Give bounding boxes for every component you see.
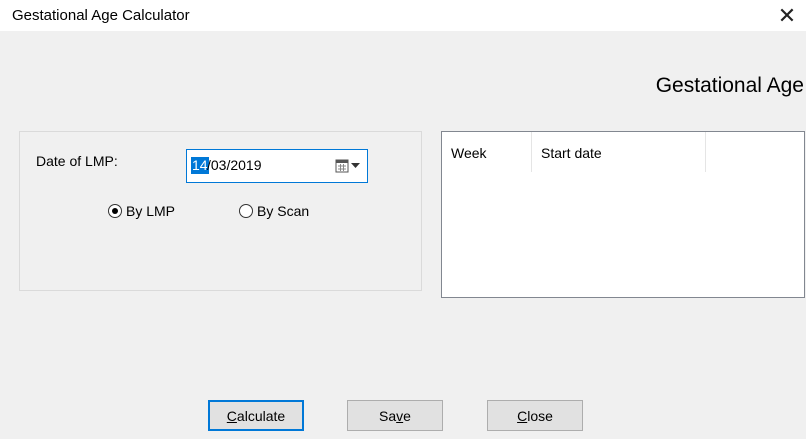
window-title: Gestational Age Calculator xyxy=(12,7,190,24)
close-label-post: lose xyxy=(527,407,553,424)
close-label-mnemonic: C xyxy=(517,407,528,424)
calendar-icon xyxy=(335,159,349,173)
save-label-pre: Sa xyxy=(379,407,397,424)
radio-by-scan-label: By Scan xyxy=(257,203,310,219)
calculate-label-mnemonic: C xyxy=(226,407,237,424)
column-header-week[interactable]: Week xyxy=(442,132,532,172)
date-day-selected[interactable]: 14 xyxy=(191,157,209,174)
column-header-empty xyxy=(706,132,804,172)
close-button[interactable]: Close xyxy=(487,400,583,431)
radio-by-lmp-label: By LMP xyxy=(126,203,176,219)
chevron-down-icon xyxy=(351,163,360,168)
title-bar: Gestational Age Calculator ✕ xyxy=(0,0,806,31)
radio-by-lmp[interactable]: By LMP xyxy=(108,203,175,219)
radio-by-scan[interactable]: By Scan xyxy=(239,203,309,219)
weeks-table[interactable]: Week Start date xyxy=(441,131,805,298)
table-header: Week Start date xyxy=(442,132,804,172)
lmp-date-picker[interactable]: 14 /03/2019 xyxy=(186,149,368,183)
radio-by-scan-indicator[interactable] xyxy=(239,204,253,218)
save-label-post: e xyxy=(403,407,411,424)
lmp-date-label: Date of LMP: xyxy=(36,153,118,169)
save-label-mnemonic: v xyxy=(396,407,404,424)
close-icon[interactable]: ✕ xyxy=(770,1,804,31)
radio-by-lmp-indicator[interactable] xyxy=(108,204,122,218)
calculate-button[interactable]: Calculate xyxy=(208,400,304,431)
page-title: Gestational Age xyxy=(655,74,804,97)
calendar-dropdown-icon[interactable] xyxy=(335,157,363,175)
column-header-start-date[interactable]: Start date xyxy=(532,132,706,172)
save-button[interactable]: Sa v e xyxy=(347,400,443,431)
calculate-label-post: alculate xyxy=(236,407,286,424)
date-month-year[interactable]: /03/2019 xyxy=(207,157,262,174)
